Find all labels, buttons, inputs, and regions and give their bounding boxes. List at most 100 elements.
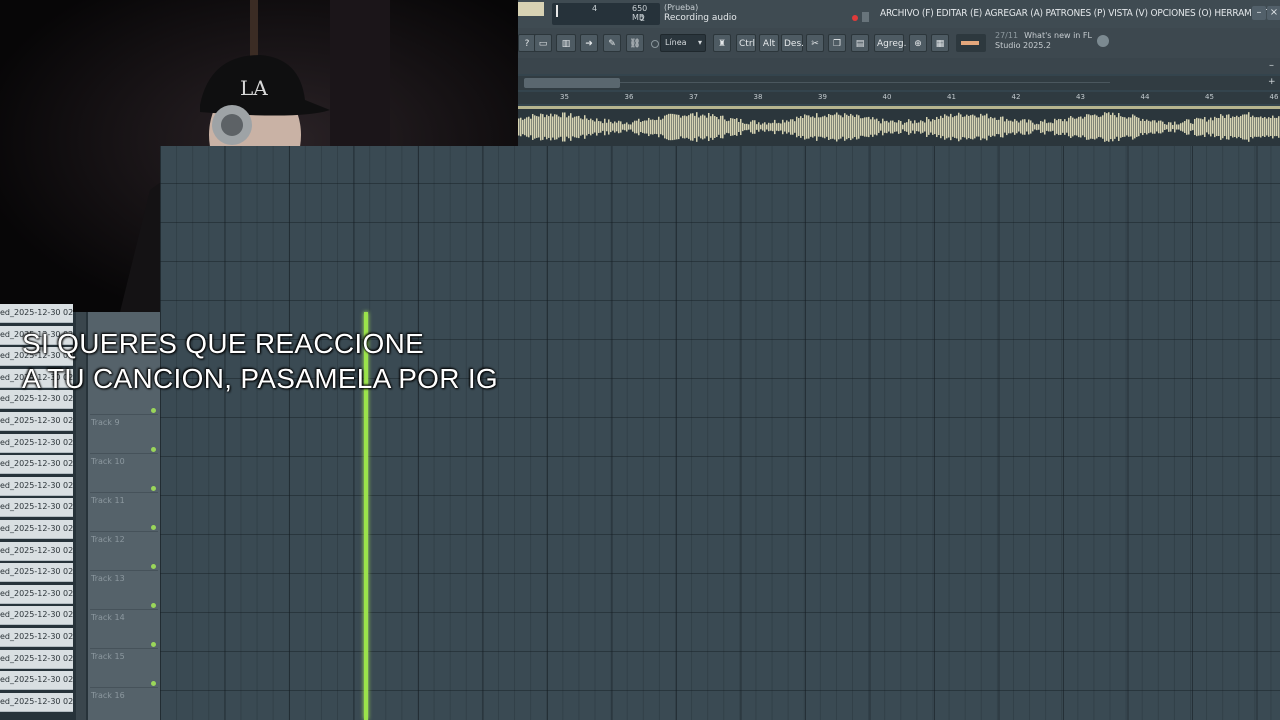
track-name[interactable]: Track 10 — [91, 457, 125, 466]
waveform-sample — [826, 117, 828, 137]
track-active-indicator[interactable] — [151, 408, 156, 413]
waveform-sample — [766, 124, 768, 130]
browser-item[interactable]: ed_2025-12-30 02-.. — [0, 692, 73, 712]
arrow-icon[interactable]: ➜ — [580, 34, 598, 52]
waveform-sample — [838, 114, 840, 140]
track-active-indicator[interactable] — [151, 486, 156, 491]
waveform-sample — [1222, 115, 1224, 139]
alt-button[interactable]: Alt — [759, 34, 779, 52]
browser-item[interactable]: ed_2025-12-30 02-.. — [0, 563, 73, 583]
track-name[interactable]: Track 14 — [91, 613, 125, 622]
browser-item[interactable]: ed_2025-12-30 02-.. — [0, 433, 73, 453]
cart-icon[interactable]: ▦ — [931, 34, 949, 52]
link-icon[interactable]: ⛓ — [626, 34, 644, 52]
browser-item[interactable]: ed_2025-12-30 02-.. — [0, 412, 73, 431]
waveform-sample — [1104, 112, 1106, 142]
track-active-indicator[interactable] — [151, 681, 156, 686]
waveform-sample — [1136, 117, 1138, 137]
browser-item[interactable]: ed_2025-12-30 02-.. — [0, 455, 73, 475]
waveform-sample — [962, 116, 964, 138]
stamp-icon[interactable]: ♜ — [713, 34, 731, 52]
waveform-sample — [626, 122, 628, 132]
browser-item[interactable]: ed_2025-12-30 02-.. — [0, 628, 73, 647]
scroll-right-icon[interactable]: + — [1268, 77, 1276, 87]
main-menu[interactable]: ARCHIVO (F) EDITAR (E) AGREGAR (A) PATRO… — [880, 8, 1280, 19]
waveform-sample — [938, 118, 940, 136]
track-name[interactable]: Track 13 — [91, 574, 125, 583]
waveform-sample — [682, 115, 684, 139]
waveform-sample — [990, 116, 992, 138]
browser-item[interactable]: ed_2025-12-30 02-.. — [0, 498, 73, 518]
waveform-sample — [828, 114, 830, 140]
track-active-indicator[interactable] — [151, 447, 156, 452]
cut-icon[interactable]: ✂ — [806, 34, 824, 52]
copy-icon[interactable]: ❐ — [828, 34, 846, 52]
waveform-sample — [810, 117, 812, 137]
track-active-indicator[interactable] — [151, 642, 156, 647]
browser-item[interactable]: ed_2025-12-30 02-.. — [0, 671, 73, 691]
waveform-sample — [1076, 118, 1078, 136]
waveform-sample — [706, 117, 708, 137]
waveform-sample — [876, 118, 878, 136]
waveform-sample — [658, 116, 660, 138]
track-active-indicator[interactable] — [151, 525, 156, 530]
waveform-sample — [864, 117, 866, 137]
waveform-sample — [850, 113, 852, 141]
waveform-sample — [884, 121, 886, 133]
waveform-sample — [946, 115, 948, 139]
minimize-button[interactable]: – — [1252, 6, 1266, 20]
lock-icon[interactable] — [862, 12, 869, 22]
news-panel[interactable]: 27/11 What's new in FL Studio 2025.2 — [995, 31, 1105, 55]
browser-item[interactable]: ed_2025-12-30 02-.. — [0, 649, 73, 669]
pencil-icon[interactable]: ✎ — [603, 34, 621, 52]
scrollbar-thumb[interactable] — [524, 78, 620, 88]
browser-item[interactable]: ed_2025-12-30 02-.. — [0, 541, 73, 561]
track-active-indicator[interactable] — [151, 603, 156, 608]
pattern-preview[interactable] — [956, 34, 986, 52]
playlist-icon[interactable]: ▭ — [534, 34, 552, 52]
track-name[interactable]: Track 15 — [91, 652, 125, 661]
paste-icon[interactable]: ▤ — [851, 34, 869, 52]
waveform-sample — [614, 121, 616, 133]
waveform-sample — [556, 114, 558, 140]
waveform-sample — [1218, 117, 1220, 137]
waveform-sample — [1020, 120, 1022, 134]
waveform-sample — [1264, 117, 1266, 137]
ctrl-button[interactable]: Ctrl — [736, 34, 756, 52]
track-name[interactable]: Track 11 — [91, 496, 125, 505]
snap-select[interactable]: Línea ▾ — [660, 34, 706, 52]
waveform-sample — [1002, 116, 1004, 138]
tuner-icon[interactable]: ⊕ — [909, 34, 927, 52]
waveform-sample — [648, 117, 650, 137]
waveform-sample — [988, 118, 990, 136]
track-active-indicator[interactable] — [151, 564, 156, 569]
track-name[interactable]: Track 16 — [91, 691, 125, 700]
playlist-grid[interactable] — [160, 146, 1280, 720]
globe-icon[interactable] — [1097, 35, 1109, 47]
close-button[interactable]: × — [1267, 6, 1280, 20]
browser-item[interactable]: ed_2025-12-30 02-.. — [0, 476, 73, 496]
waveform-sample — [540, 113, 542, 141]
add-button[interactable]: Agreg. — [874, 34, 906, 52]
deselect-button[interactable]: Des. — [781, 34, 804, 52]
track-name[interactable]: Track 9 — [91, 418, 120, 427]
waveform-sample — [918, 122, 920, 132]
browser-item[interactable]: ed_2025-12-30 02-.. — [0, 606, 73, 626]
browser-item[interactable]: ed_2025-12-30 02-.. — [0, 520, 73, 539]
horizontal-scrollbar[interactable] — [518, 76, 1280, 90]
track-name[interactable]: Track 12 — [91, 535, 125, 544]
waveform-sample — [742, 122, 744, 132]
waveform-sample — [728, 120, 730, 134]
audio-clip[interactable] — [518, 106, 1280, 146]
track-separator — [90, 609, 158, 610]
waveform-sample — [534, 115, 536, 139]
track-separator — [90, 531, 158, 532]
browser-item[interactable]: ed_2025-12-30 02-.. — [0, 584, 73, 604]
browser-item[interactable]: ed_2025-12-30 02- — [0, 304, 73, 323]
waveform-sample — [544, 117, 546, 137]
waveform-sample — [700, 115, 702, 139]
strip-minimize-icon[interactable]: – — [1269, 60, 1274, 71]
piano-roll-icon[interactable]: ▥ — [556, 34, 576, 52]
waveform-sample — [1180, 123, 1182, 131]
waveform-sample — [552, 116, 554, 138]
